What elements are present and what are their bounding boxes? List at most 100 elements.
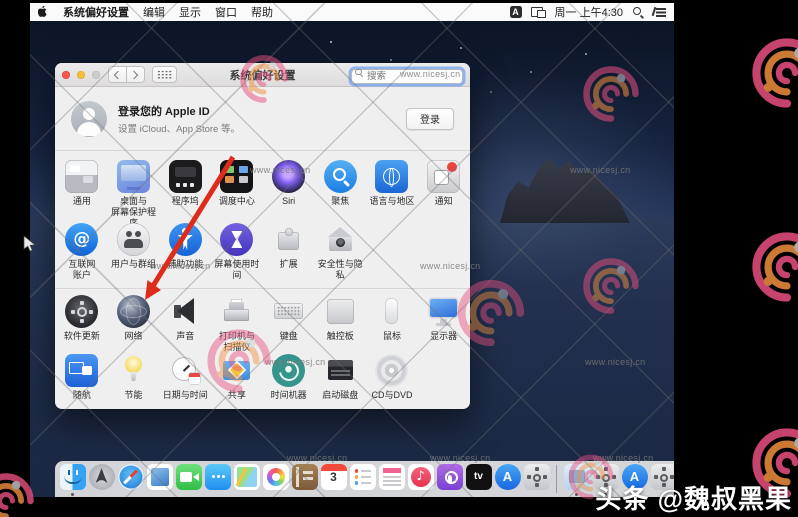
pref-item-printer[interactable]: 打印机与 扫描仪 bbox=[211, 295, 263, 354]
safari-icon bbox=[117, 464, 144, 490]
menu-item-3[interactable]: 窗口 bbox=[215, 4, 237, 20]
system-preferences-window: 系统偏好设置 登录您的 Apple ID 设置 iCloud、App Store… bbox=[55, 63, 470, 409]
pref-grid: 通用 桌面与 屏幕保护程序程序坞 调度中心 Siri 聚焦 语言与地区 通知互联网 账户 用户… bbox=[55, 151, 470, 409]
pref-item-mission[interactable]: 调度中心 bbox=[211, 160, 263, 223]
dock-contacts[interactable] bbox=[291, 464, 318, 490]
dock: 3 bbox=[55, 461, 674, 497]
pref-item-notifications[interactable]: 通知 bbox=[418, 160, 470, 223]
cddvd-icon bbox=[375, 354, 409, 387]
pref-label: 安全性与隐私 bbox=[317, 259, 363, 280]
login-button[interactable]: 登录 bbox=[406, 107, 454, 130]
pref-item-keyboard[interactable]: 键盘 bbox=[263, 295, 315, 354]
pref-label: 显示器 bbox=[430, 331, 458, 341]
menu-bar-clock[interactable]: 周一 上午4:30 bbox=[555, 4, 623, 20]
pref-item-displays[interactable]: 显示器 bbox=[418, 295, 470, 354]
dock-recent-app-1[interactable] bbox=[563, 464, 590, 496]
dock-app-store[interactable] bbox=[494, 464, 521, 490]
pref-item-update[interactable]: 软件更新 bbox=[56, 295, 108, 354]
startupdisk-icon bbox=[324, 354, 357, 387]
input-source-icon[interactable]: A bbox=[509, 6, 522, 18]
update-icon bbox=[65, 295, 99, 328]
notification-center-icon[interactable] bbox=[653, 7, 666, 17]
spotlight-icon bbox=[323, 160, 357, 193]
zoom-button-disabled bbox=[92, 70, 100, 79]
photos-icon bbox=[262, 464, 289, 490]
pref-item-trackpad[interactable]: 触控板 bbox=[314, 295, 366, 354]
pref-item-sidecar[interactable]: 随航 bbox=[56, 354, 108, 409]
dock-facetime[interactable] bbox=[175, 464, 202, 490]
mission-icon bbox=[220, 160, 254, 193]
dock-messages[interactable] bbox=[204, 464, 231, 490]
pref-label: 屏幕使用时间 bbox=[214, 259, 260, 280]
reminders-icon bbox=[349, 464, 376, 490]
general-icon bbox=[65, 160, 99, 193]
pref-item-mouse[interactable]: 鼠标 bbox=[366, 295, 418, 354]
dock-system-preferences[interactable] bbox=[523, 464, 550, 490]
timemachine-icon bbox=[272, 354, 306, 387]
dock-reminders[interactable] bbox=[349, 464, 376, 490]
pref-label: 通用 bbox=[72, 196, 91, 206]
dock-calendar[interactable]: 3 bbox=[320, 464, 347, 490]
pref-item-datetime[interactable]: 日期与时间 bbox=[159, 354, 211, 409]
apple-menu[interactable] bbox=[38, 5, 49, 19]
mail-icon bbox=[146, 464, 173, 490]
dock-news[interactable] bbox=[378, 464, 405, 490]
tv-icon bbox=[465, 464, 492, 490]
dock-mail[interactable] bbox=[146, 464, 173, 490]
pref-row-4: 随航 节能 日期与时间 共享 时间机器 启动磁盘 CD与DVD bbox=[55, 354, 470, 409]
pref-item-language[interactable]: 语言与地区 bbox=[366, 160, 418, 223]
spotlight-search-icon[interactable] bbox=[632, 6, 644, 18]
pref-item-timemachine[interactable]: 时间机器 bbox=[263, 354, 315, 409]
pref-item-cddvd[interactable]: CD与DVD bbox=[366, 354, 418, 409]
pref-item-energy[interactable]: 节能 bbox=[108, 354, 160, 409]
apple-id-section[interactable]: 登录您的 Apple ID 设置 iCloud、App Store 等。 登录 bbox=[55, 87, 470, 151]
pref-label: 软件更新 bbox=[63, 331, 100, 341]
pref-item-internet[interactable]: 互联网 账户 bbox=[56, 223, 108, 286]
dock-launchpad[interactable] bbox=[88, 464, 115, 490]
dock-music[interactable] bbox=[407, 464, 434, 490]
menu-bar: 系统偏好设置 编辑 显示 窗口 帮助 A 周一 上午4:30 bbox=[30, 3, 674, 21]
menu-item-1[interactable]: 编辑 bbox=[143, 4, 165, 20]
pref-label: 节能 bbox=[124, 390, 143, 400]
search-input[interactable] bbox=[351, 68, 463, 84]
close-button[interactable] bbox=[62, 70, 70, 79]
pref-label: 随航 bbox=[72, 390, 91, 400]
sidecar-icon bbox=[65, 354, 99, 387]
forward-button[interactable] bbox=[126, 67, 144, 82]
pref-item-startupdisk[interactable]: 启动磁盘 bbox=[314, 354, 366, 409]
menu-item-4[interactable]: 帮助 bbox=[251, 4, 273, 20]
menu-item-0[interactable]: 系统偏好设置 bbox=[63, 4, 129, 20]
pref-item-security[interactable]: 安全性与隐私 bbox=[314, 223, 366, 286]
siri-icon bbox=[272, 160, 306, 193]
pref-item-siri[interactable]: Siri bbox=[263, 160, 315, 223]
show-all-button[interactable] bbox=[152, 66, 177, 83]
pref-item-sound[interactable]: 声音 bbox=[159, 295, 211, 354]
pref-item-users[interactable]: 用户与群组 bbox=[108, 223, 160, 286]
display-mirroring-icon[interactable] bbox=[530, 6, 546, 18]
pref-item-accessibility[interactable]: 辅助功能 bbox=[159, 223, 211, 286]
dock-podcasts[interactable] bbox=[436, 464, 463, 490]
dock-maps[interactable] bbox=[233, 464, 260, 490]
pref-item-screentime[interactable]: 屏幕使用时间 bbox=[211, 223, 263, 286]
traffic-lights bbox=[62, 70, 100, 79]
dock-icon bbox=[168, 160, 202, 193]
avatar bbox=[71, 100, 107, 137]
pref-item-network[interactable]: 网络 bbox=[108, 295, 160, 354]
back-button[interactable] bbox=[109, 67, 126, 82]
pref-item-general[interactable]: 通用 bbox=[56, 160, 108, 223]
pref-item-spotlight[interactable]: 聚焦 bbox=[314, 160, 366, 223]
dock-safari[interactable] bbox=[117, 464, 144, 490]
pref-item-desktop[interactable]: 桌面与 屏幕保护程序 bbox=[108, 160, 160, 228]
pref-item-extensions[interactable]: 扩展 bbox=[263, 223, 315, 286]
printer-icon bbox=[220, 295, 253, 328]
trackpad-icon bbox=[324, 295, 357, 328]
dock-tv[interactable] bbox=[465, 464, 492, 490]
recent-app-1-icon bbox=[563, 464, 590, 490]
pref-item-dock[interactable]: 程序坞 bbox=[159, 160, 211, 223]
pref-item-sharing[interactable]: 共享 bbox=[211, 354, 263, 409]
title-bar[interactable]: 系统偏好设置 bbox=[55, 63, 470, 87]
menu-item-2[interactable]: 显示 bbox=[179, 4, 201, 20]
minimize-button[interactable] bbox=[77, 70, 85, 79]
dock-photos[interactable] bbox=[262, 464, 289, 490]
dock-finder[interactable] bbox=[59, 464, 86, 496]
